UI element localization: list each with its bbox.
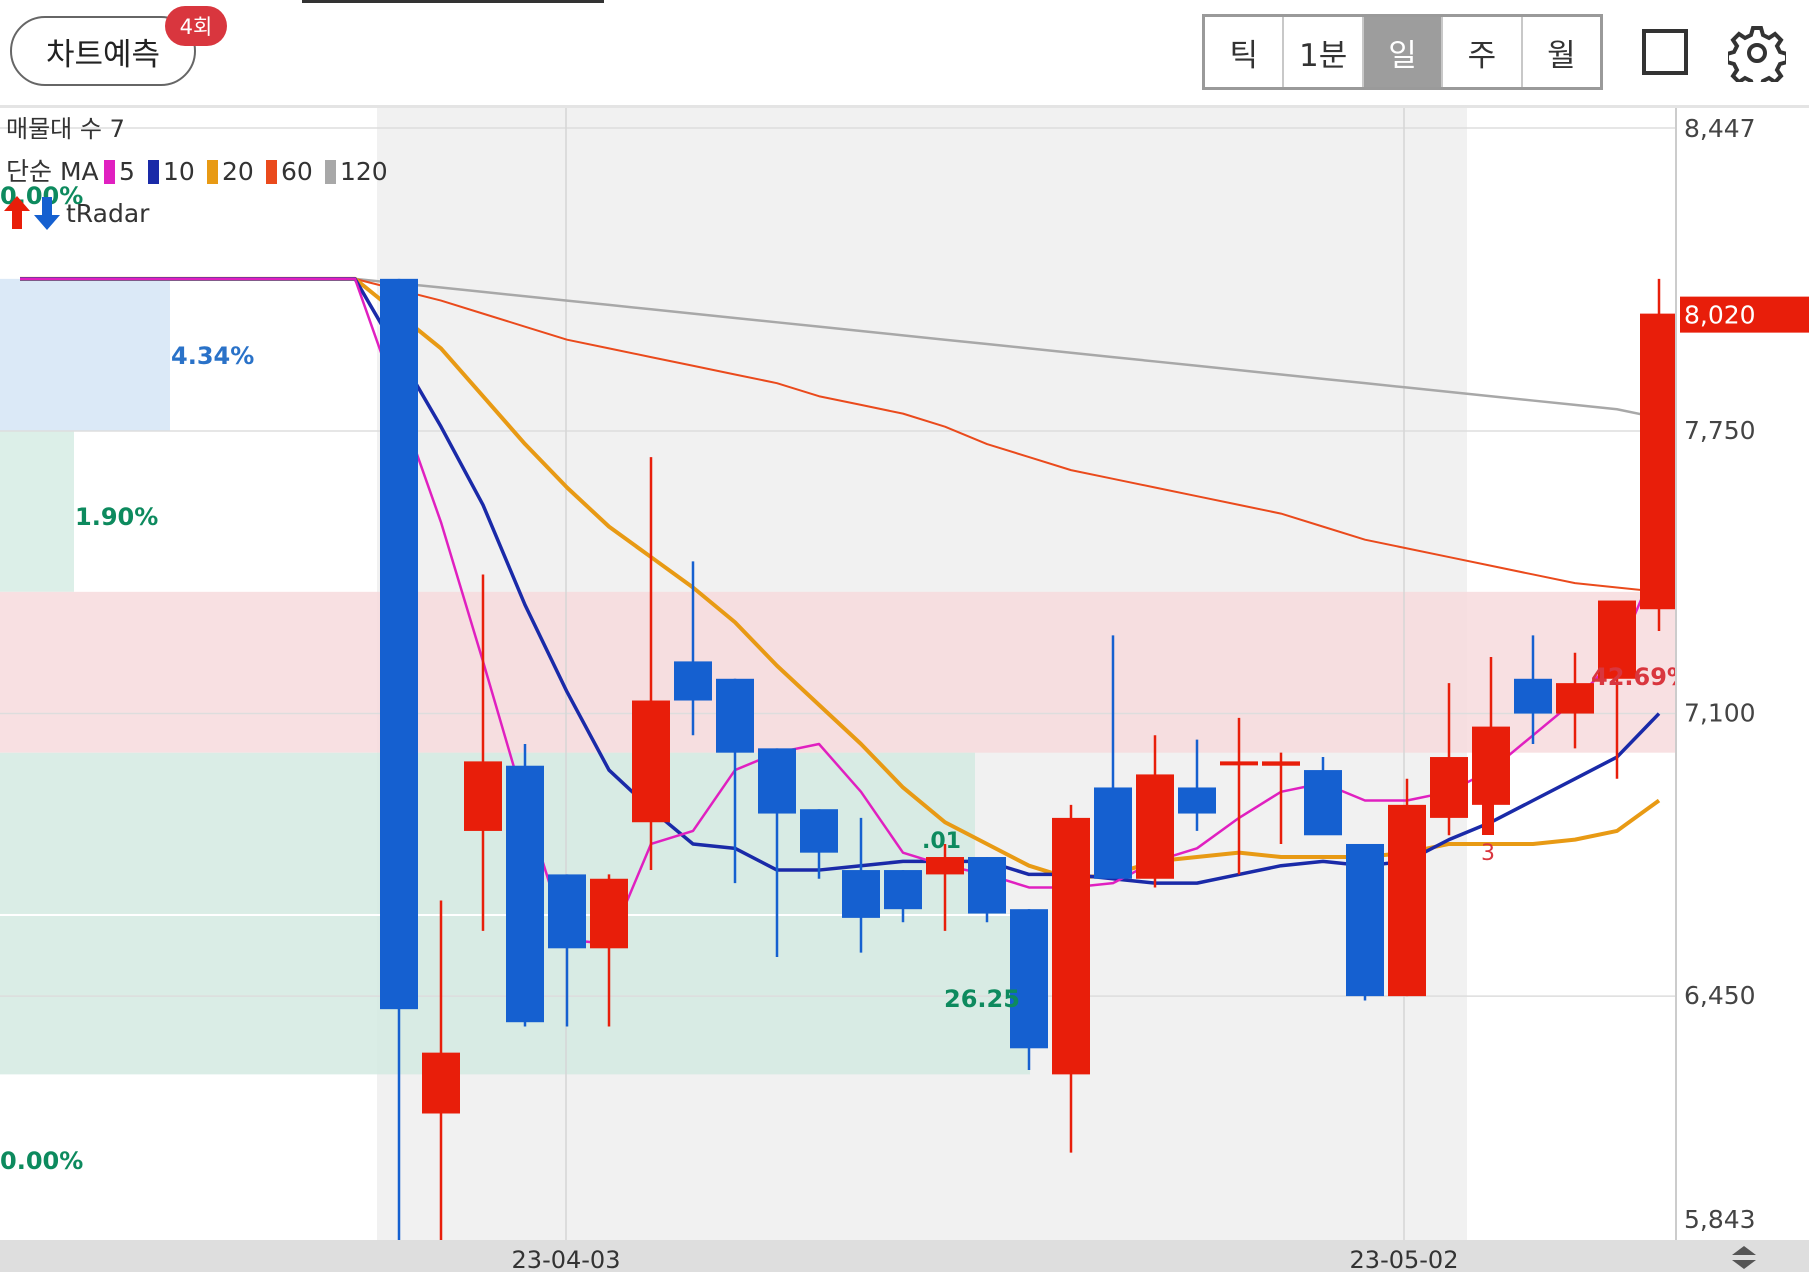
candle-body <box>674 661 712 701</box>
candle <box>1640 278 1678 631</box>
ma-legend-swatch <box>104 160 115 184</box>
volume-profile-bar <box>0 278 170 431</box>
candle-body <box>1010 909 1048 1049</box>
tradar-label: tRadar <box>66 199 150 228</box>
y-tick-label: 5,843 <box>1684 1205 1756 1234</box>
candle <box>1346 843 1384 1001</box>
candle-body <box>1262 761 1300 766</box>
ma-legend-swatch <box>207 160 218 184</box>
ma-legend-swatch <box>266 160 277 184</box>
candle-body <box>590 878 628 949</box>
candle-body <box>842 870 880 918</box>
candle-body <box>1136 774 1174 879</box>
y-tick-label: 6,450 <box>1684 981 1756 1010</box>
current-price-label: 8,020 <box>1684 301 1756 330</box>
candle-body <box>884 870 922 910</box>
candle-body <box>716 678 754 753</box>
candle-body <box>1178 787 1216 814</box>
y-tick-label: 7,750 <box>1684 416 1756 445</box>
volume-profile-count-label: 매물대 수 7 <box>6 115 125 143</box>
y-tick-label: 7,100 <box>1684 699 1756 728</box>
candle-body <box>1346 843 1384 997</box>
x-tick-label: 23-04-03 <box>512 1246 621 1272</box>
y-tick-label: 8,447 <box>1684 114 1756 143</box>
volume-pct-label: 1.90% <box>75 503 158 531</box>
candle-body <box>1388 804 1426 997</box>
candle-body <box>1304 770 1342 836</box>
x-axis-bar <box>0 1240 1809 1272</box>
volume-pct-label: 26.25 <box>944 985 1020 1013</box>
hidden-pct-label: .01 <box>922 829 961 854</box>
volume-pct-label: 4.34% <box>171 342 254 370</box>
ma-legend-swatch <box>325 160 336 184</box>
signal-count-label: 3 <box>1481 841 1495 866</box>
candle-body <box>1556 683 1594 714</box>
bottom-pct-label: 0.00% <box>0 1147 83 1175</box>
ma-legend-label: 5 <box>119 157 135 186</box>
ma-legend-swatch <box>148 160 159 184</box>
volume-profile-bar <box>0 430 74 592</box>
candle-body <box>632 700 670 823</box>
ma-legend-label: 10 <box>163 157 195 186</box>
candle-body <box>380 278 418 1010</box>
x-tick-label: 23-05-02 <box>1350 1246 1459 1272</box>
candle-body <box>758 748 796 814</box>
candle-body <box>968 857 1006 914</box>
candlestick-chart[interactable]: 4.34%1.90%26.250.00%0.00%42.69%.01 3 8,44… <box>0 0 1809 1272</box>
ma-legend-label: 20 <box>222 157 254 186</box>
ma-legend-label: 120 <box>340 157 388 186</box>
candle-body <box>1514 678 1552 714</box>
y-axis-background <box>1676 108 1809 1240</box>
candle-body <box>548 874 586 949</box>
candle <box>1388 778 1426 997</box>
candle-body <box>506 765 544 1023</box>
candle-body <box>1052 817 1090 1075</box>
candle <box>968 857 1006 923</box>
candle <box>506 743 544 1027</box>
candle-body <box>1220 761 1258 766</box>
candle-body <box>1430 757 1468 818</box>
ma-legend-label: 60 <box>281 157 313 186</box>
candle-body <box>800 809 838 853</box>
candle-body <box>464 761 502 831</box>
candle-body <box>1640 313 1678 610</box>
candle-body <box>1094 787 1132 879</box>
ma-legend-title: 단순 MA <box>6 157 99 186</box>
candle-body <box>422 1052 460 1114</box>
candle-body <box>926 857 964 875</box>
volume-profile-bar <box>0 591 1676 753</box>
